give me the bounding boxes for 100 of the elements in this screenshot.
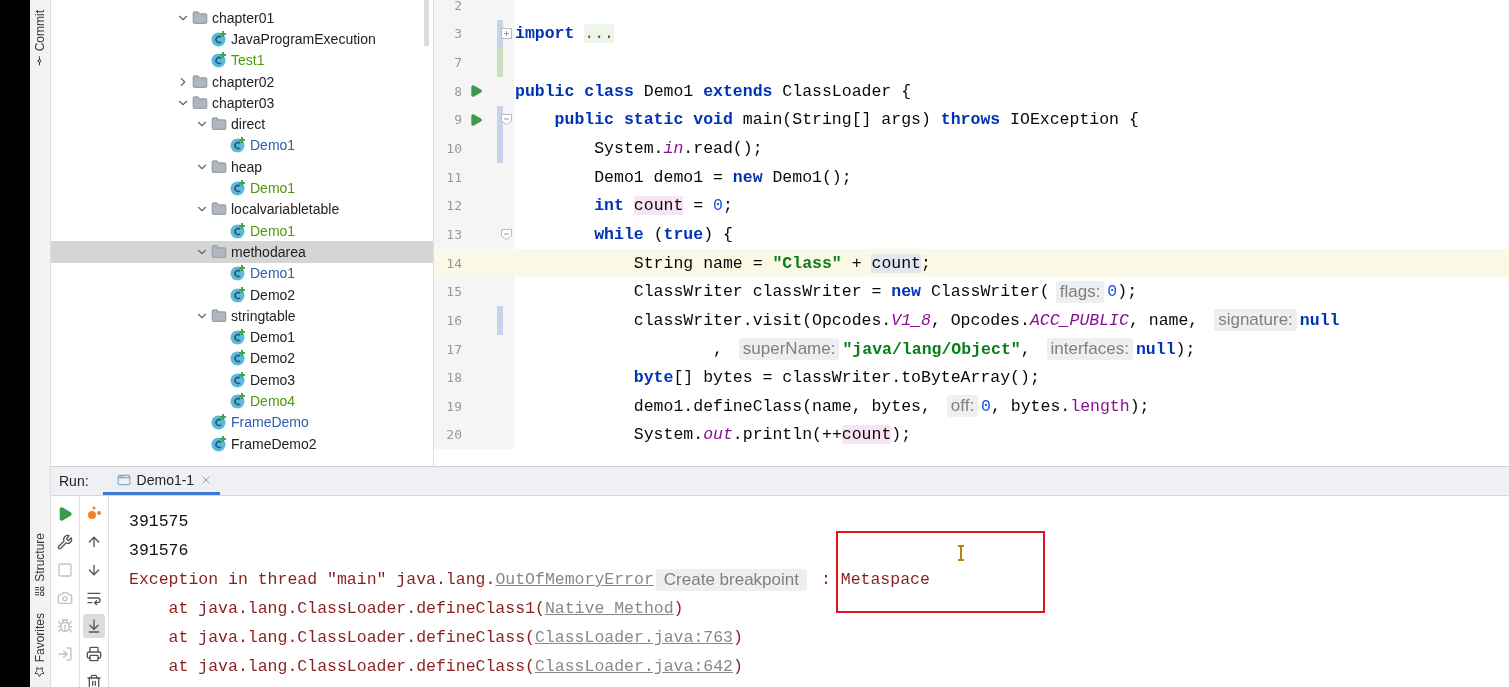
code-text: null xyxy=(1299,310,1340,330)
side-tab[interactable]: Commit xyxy=(33,6,47,71)
source-link[interactable]: ClassLoader.java:763 xyxy=(534,628,733,647)
code-text: , xyxy=(1020,339,1032,359)
code-text: 391575 xyxy=(129,512,189,531)
tree-row[interactable]: Demo1 xyxy=(51,177,433,199)
code-text: Demo1 demo1 = xyxy=(593,167,724,187)
tree-item-label[interactable]: chapter03 xyxy=(212,94,275,111)
line-number: 7 xyxy=(453,55,462,71)
tree-item-label[interactable]: FrameDemo xyxy=(231,414,309,431)
parameter-hint: superName: xyxy=(738,338,840,360)
tree-item-label[interactable]: chapter02 xyxy=(212,73,275,90)
tree-item-label[interactable]: Demo1 xyxy=(250,265,296,282)
code-text: classWriter.visit(Opcodes. xyxy=(632,310,892,330)
source-link[interactable]: ClassLoader.java:642 xyxy=(534,657,733,676)
tree-row[interactable]: heap xyxy=(51,156,433,178)
tree-item-label[interactable]: Demo2 xyxy=(250,350,296,367)
tree-row[interactable]: Demo1 xyxy=(51,219,433,242)
code-text: new xyxy=(732,167,763,187)
tree-item-label[interactable]: Test1 xyxy=(231,52,265,69)
code-text: import xyxy=(515,24,576,44)
tree-item-label[interactable]: Demo1 xyxy=(250,137,296,154)
code-text: , bytes. xyxy=(991,396,1071,416)
code-text: ) xyxy=(673,599,684,618)
tree-item-label[interactable]: Demo1 xyxy=(250,180,296,196)
code-text: out xyxy=(703,425,733,445)
side-tab[interactable]: Structure xyxy=(33,528,47,601)
tree-row[interactable]: stringtable xyxy=(51,305,433,327)
tree-item-label[interactable]: methodarea xyxy=(231,243,306,260)
tree-item-label[interactable]: Demo4 xyxy=(250,393,296,409)
tree-item-label[interactable]: heap xyxy=(231,158,263,175)
code-text: public static void xyxy=(553,110,733,130)
code-text: at java.lang.ClassLoader.defineClass( xyxy=(167,657,535,676)
parameter-hint: signature: xyxy=(1214,309,1297,332)
tree-row[interactable]: Demo1 xyxy=(51,326,433,348)
code-text: ( xyxy=(652,224,664,244)
code-text: at java.lang.ClassLoader.defineClass( xyxy=(167,628,535,647)
tree-row[interactable]: Demo2 xyxy=(51,347,433,370)
tree-row[interactable]: Test1 xyxy=(51,49,433,71)
code-text: null xyxy=(1135,339,1176,359)
code-text: + xyxy=(850,253,863,273)
run-tab[interactable]: Demo1-1 xyxy=(102,467,221,495)
tree-row[interactable]: chapter01 xyxy=(51,7,433,29)
breakpoint-hint[interactable]: Create breakpoint xyxy=(655,568,807,591)
tree-item-label[interactable]: chapter01 xyxy=(212,9,275,26)
tree-row[interactable]: methodarea xyxy=(51,241,433,263)
code-text: IOException { xyxy=(1009,110,1139,130)
code-text: true xyxy=(663,224,704,244)
code-text: in xyxy=(663,139,684,158)
code-text: throws xyxy=(940,110,1001,130)
code-text: ... xyxy=(584,24,615,44)
code-text: String name = xyxy=(632,253,764,273)
tree-row[interactable]: FrameDemo2 xyxy=(51,432,433,455)
line-number: 17 xyxy=(445,341,462,357)
line-number: 12 xyxy=(445,198,462,214)
line-number: 13 xyxy=(445,226,462,242)
tree-item-label[interactable]: Demo3 xyxy=(250,371,296,388)
tree-row[interactable]: direct xyxy=(51,113,433,135)
tree-item-label[interactable]: localvariabletable xyxy=(231,201,340,218)
tree-row[interactable]: chapter02 xyxy=(51,70,433,93)
tree-item-label[interactable]: Demo1 xyxy=(250,222,296,239)
code-text: 0 xyxy=(1107,282,1118,302)
line-number: 14 xyxy=(445,255,462,271)
code-text: ClassWriter( xyxy=(929,282,1050,302)
side-tab[interactable]: Favorites xyxy=(33,608,47,681)
tree-item-label[interactable]: Demo1 xyxy=(250,329,296,346)
code-text: "java/lang/Object" xyxy=(842,339,1021,359)
code-text: ACC_PUBLIC xyxy=(1029,310,1129,330)
tree-row[interactable]: Demo3 xyxy=(51,369,433,391)
code-text: new xyxy=(891,282,921,302)
tree-row[interactable]: Demo2 xyxy=(51,283,433,306)
source-link[interactable]: Native Method xyxy=(544,599,674,618)
code-text: "Class" xyxy=(772,253,842,273)
code-text: demo1.defineClass(name, bytes, xyxy=(632,396,932,416)
line-number: 15 xyxy=(445,284,462,300)
code-text: ); xyxy=(1129,396,1150,416)
tree-item-label[interactable]: JavaProgramExecution xyxy=(231,30,376,47)
code-text: at java.lang.ClassLoader.defineClass1( xyxy=(167,599,545,618)
tree-row[interactable]: FrameDemo xyxy=(51,411,433,433)
source-link[interactable]: OutOfMemoryError xyxy=(495,570,654,589)
line-number: 8 xyxy=(453,83,462,99)
tree-row[interactable]: Demo4 xyxy=(51,390,433,412)
code-text: int xyxy=(593,196,625,216)
code-text: 0 xyxy=(981,396,991,416)
line-number: 3 xyxy=(453,26,462,42)
tree-row[interactable]: JavaProgramExecution xyxy=(51,28,433,50)
code-text: 391576 xyxy=(129,541,189,560)
tree-row[interactable]: chapter03 xyxy=(51,92,433,114)
line-number: 9 xyxy=(453,112,462,128)
tree-item-label[interactable]: stringtable xyxy=(231,307,296,324)
tree-row[interactable]: localvariabletable xyxy=(51,198,433,220)
tree-item-label[interactable]: direct xyxy=(231,116,266,133)
code-text: while xyxy=(593,224,644,244)
code-text: ) xyxy=(733,628,743,647)
tree-item-label[interactable]: Demo2 xyxy=(250,286,296,303)
code-text: Demo1(); xyxy=(771,167,852,187)
tree-row[interactable]: Demo1 xyxy=(51,134,433,157)
parameter-hint: off: xyxy=(946,395,979,418)
tree-row[interactable]: Demo1 xyxy=(51,262,433,284)
tree-item-label[interactable]: FrameDemo2 xyxy=(231,435,317,452)
